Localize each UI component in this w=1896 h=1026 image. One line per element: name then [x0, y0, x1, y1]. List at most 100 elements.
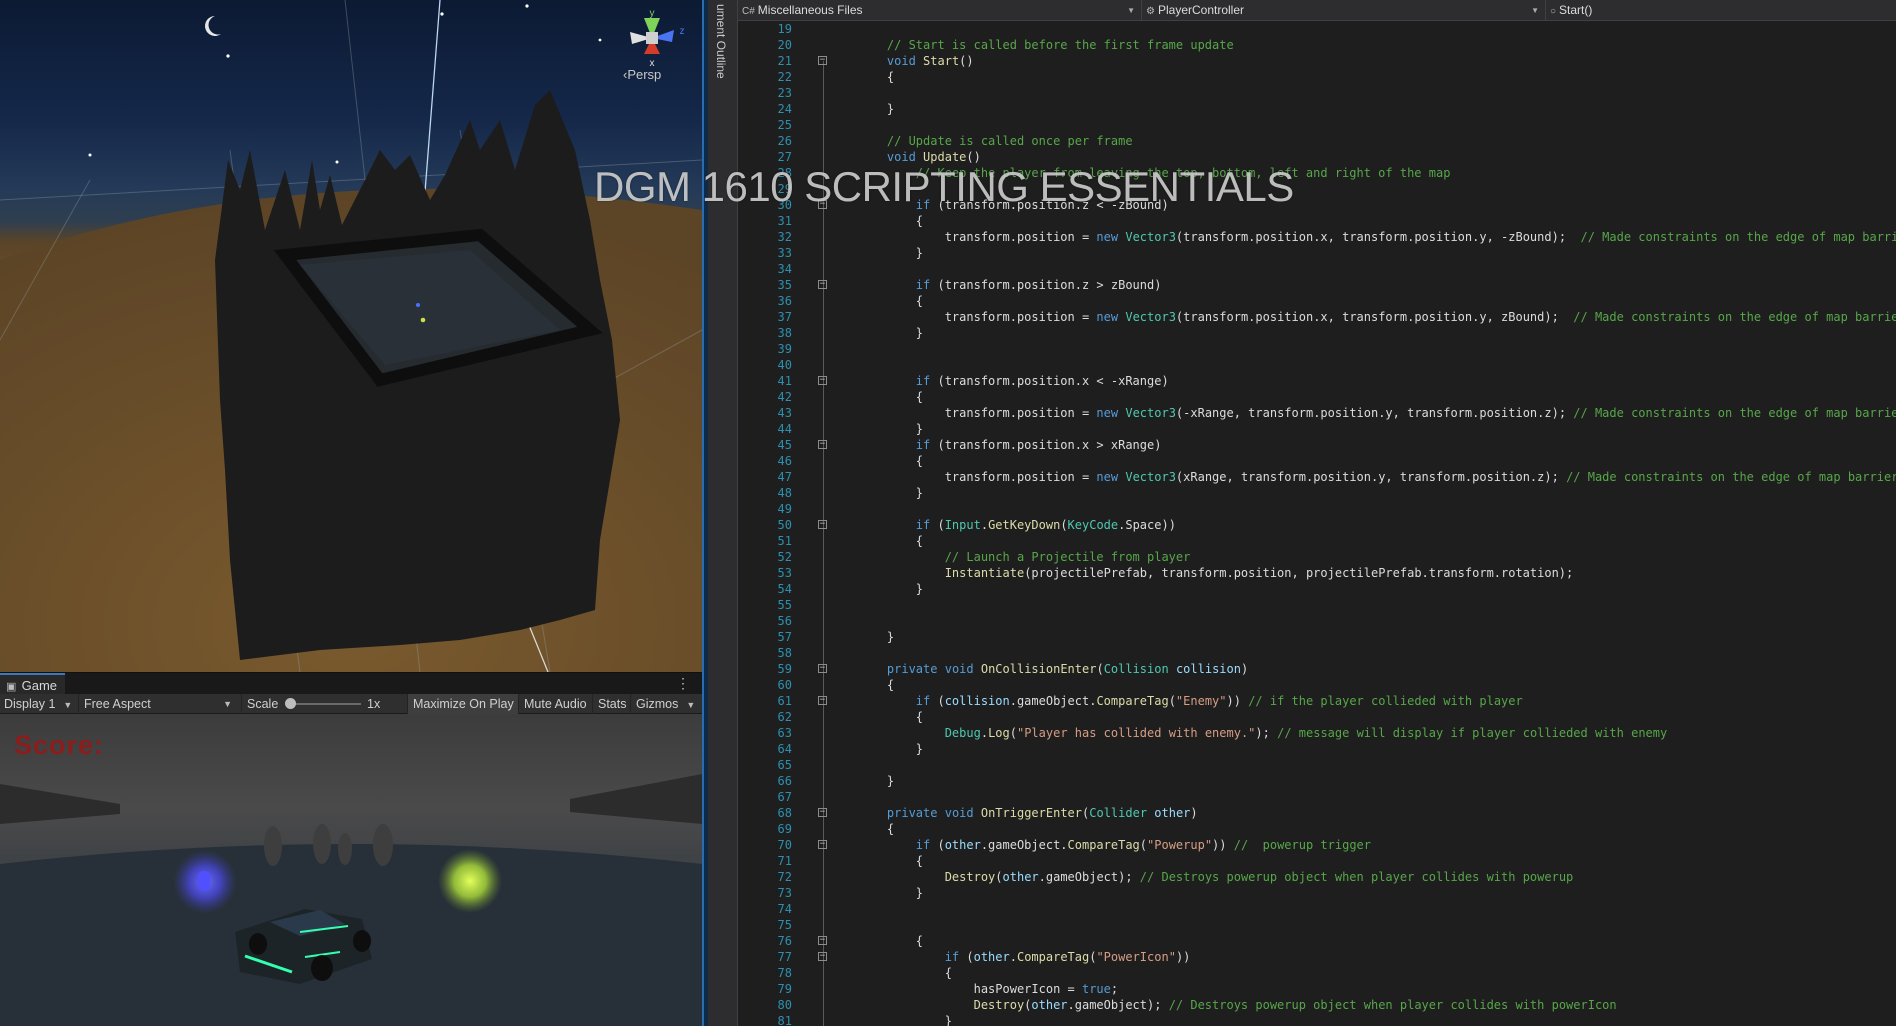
code-line[interactable]: 24 }: [738, 101, 1896, 117]
code-line[interactable]: 21 − void Start(): [738, 53, 1896, 69]
project-dropdown-label: Miscellaneous Files: [757, 3, 863, 17]
code-line[interactable]: 80 Destroy(other.gameObject); // Destroy…: [738, 997, 1896, 1013]
code-line[interactable]: 60 {: [738, 677, 1896, 693]
code-line[interactable]: 81 }: [738, 1013, 1896, 1026]
maximize-on-play-toggle[interactable]: Maximize On Play: [407, 694, 519, 714]
code-line[interactable]: 31 {: [738, 213, 1896, 229]
code-line[interactable]: 26 // Update is called once per frame: [738, 133, 1896, 149]
collapse-icon[interactable]: −: [818, 952, 827, 961]
collapse-icon[interactable]: −: [818, 808, 827, 817]
display-value: Display 1: [4, 697, 56, 711]
code-line[interactable]: 76 − {: [738, 933, 1896, 949]
code-line[interactable]: 20 // Start is called before the first f…: [738, 37, 1896, 53]
code-line[interactable]: 43 transform.position = new Vector3(-xRa…: [738, 405, 1896, 421]
code-token: (: [1096, 662, 1104, 676]
code-line[interactable]: 32 transform.position = new Vector3(tran…: [738, 229, 1896, 245]
mute-audio-toggle[interactable]: Mute Audio: [518, 694, 592, 714]
code-token: (): [966, 150, 981, 164]
code-line[interactable]: 46 {: [738, 453, 1896, 469]
code-line[interactable]: 74: [738, 901, 1896, 917]
collapse-icon[interactable]: −: [818, 664, 827, 673]
code-line[interactable]: 78 {: [738, 965, 1896, 981]
line-source: Destroy(other.gameObject); // Destroys p…: [858, 869, 1574, 885]
display-dropdown[interactable]: Display 1 ▼: [4, 694, 72, 714]
code-line[interactable]: 55: [738, 597, 1896, 613]
code-line[interactable]: 42 {: [738, 389, 1896, 405]
collapse-icon[interactable]: −: [818, 56, 827, 65]
code-line[interactable]: 44 }: [738, 421, 1896, 437]
code-line[interactable]: 61− if (collision.gameObject.CompareTag(…: [738, 693, 1896, 709]
line-number: 32: [777, 230, 792, 244]
code-line[interactable]: 49: [738, 501, 1896, 517]
code-line[interactable]: 66 }: [738, 773, 1896, 789]
code-line[interactable]: 39: [738, 341, 1896, 357]
code-line[interactable]: 79 hasPowerIcon = true;: [738, 981, 1896, 997]
member-dropdown[interactable]: ○ Start(): [1546, 0, 1896, 21]
scene-view[interactable]: y z x ‹Persp: [0, 0, 702, 672]
projection-toggle[interactable]: ‹Persp: [623, 67, 661, 82]
code-line[interactable]: 40: [738, 357, 1896, 373]
line-number: 56: [777, 614, 792, 628]
code-line[interactable]: 73 }: [738, 885, 1896, 901]
code-line[interactable]: 38 }: [738, 325, 1896, 341]
document-outline-rail[interactable]: ument Outline: [708, 0, 738, 1026]
scale-slider-track[interactable]: [287, 703, 361, 705]
code-line[interactable]: 68 − private void OnTriggerEnter(Collider…: [738, 805, 1896, 821]
code-line[interactable]: 45 − if (transform.position.x > xRange): [738, 437, 1896, 453]
code-line[interactable]: 41 − if (transform.position.x < -xRange): [738, 373, 1896, 389]
code-token: transform.position =: [858, 406, 1097, 420]
code-line[interactable]: 59 − private void OnCollisionEnter(Collis…: [738, 661, 1896, 677]
code-line[interactable]: 50− if (Input.GetKeyDown(KeyCode.Space)): [738, 517, 1896, 533]
code-line[interactable]: 63 Debug.Log("Player has collided with e…: [738, 725, 1896, 741]
code-token: if: [944, 950, 960, 964]
code-line[interactable]: 77− if (other.CompareTag("PowerIcon")): [738, 949, 1896, 965]
line-source: // Update is called once per frame: [858, 133, 1133, 149]
code-token: (transform.position.x, transform.positio…: [1175, 230, 1581, 244]
code-line[interactable]: 69 {: [738, 821, 1896, 837]
aspect-dropdown[interactable]: Free Aspect ▼: [78, 694, 238, 714]
scale-slider-thumb[interactable]: [285, 698, 296, 709]
stats-toggle[interactable]: Stats: [592, 694, 632, 714]
code-line[interactable]: 58: [738, 645, 1896, 661]
code-line[interactable]: 25: [738, 117, 1896, 133]
code-line[interactable]: 72 Destroy(other.gameObject); // Destroy…: [738, 869, 1896, 885]
code-line[interactable]: 51 {: [738, 533, 1896, 549]
collapse-icon[interactable]: −: [818, 520, 827, 529]
code-line[interactable]: 57 }: [738, 629, 1896, 645]
gizmos-dropdown[interactable]: Gizmos ▼: [630, 694, 700, 714]
code-line[interactable]: 35 − if (transform.position.z > zBound): [738, 277, 1896, 293]
code-line[interactable]: 75: [738, 917, 1896, 933]
tab-game[interactable]: ▣ Game: [0, 673, 66, 695]
code-line[interactable]: 65: [738, 757, 1896, 773]
collapse-icon[interactable]: −: [818, 840, 827, 849]
collapse-icon[interactable]: −: [818, 696, 827, 705]
code-line[interactable]: 71 {: [738, 853, 1896, 869]
code-line[interactable]: 19: [738, 21, 1896, 37]
collapse-icon[interactable]: −: [818, 440, 827, 449]
code-line[interactable]: 22 {: [738, 69, 1896, 85]
code-line[interactable]: 33 }: [738, 245, 1896, 261]
code-line[interactable]: 48 }: [738, 485, 1896, 501]
code-line[interactable]: 67: [738, 789, 1896, 805]
code-line[interactable]: 64 }: [738, 741, 1896, 757]
more-options-icon[interactable]: ⋮: [676, 675, 690, 692]
code-line[interactable]: 36 {: [738, 293, 1896, 309]
code-line[interactable]: 52 // Launch a Projectile from player: [738, 549, 1896, 565]
code-line[interactable]: 37 transform.position = new Vector3(tran…: [738, 309, 1896, 325]
collapse-icon[interactable]: −: [818, 280, 827, 289]
code-line[interactable]: 34: [738, 261, 1896, 277]
code-token: Collision: [1103, 662, 1169, 676]
code-line[interactable]: 70− if (other.gameObject.CompareTag("Pow…: [738, 837, 1896, 853]
code-line[interactable]: 53 Instantiate(projectilePrefab, transfo…: [738, 565, 1896, 581]
line-number: 74: [777, 902, 792, 916]
collapse-icon[interactable]: −: [818, 936, 827, 945]
code-line[interactable]: 54 }: [738, 581, 1896, 597]
project-dropdown[interactable]: C# Miscellaneous Files ▼: [738, 0, 1142, 21]
code-line[interactable]: 23: [738, 85, 1896, 101]
game-view[interactable]: Score:: [0, 714, 702, 1026]
code-line[interactable]: 47 transform.position = new Vector3(xRan…: [738, 469, 1896, 485]
code-line[interactable]: 56: [738, 613, 1896, 629]
class-dropdown[interactable]: ⚙ PlayerController ▼: [1142, 0, 1546, 21]
collapse-icon[interactable]: −: [818, 376, 827, 385]
code-line[interactable]: 62 {: [738, 709, 1896, 725]
